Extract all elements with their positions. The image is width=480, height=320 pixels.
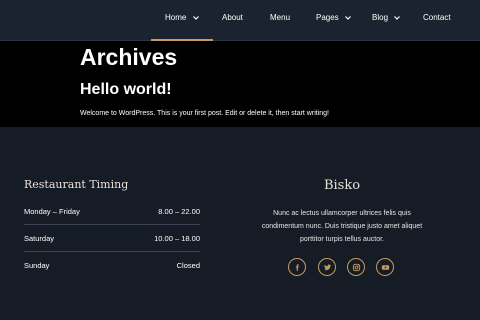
nav-item-blog[interactable]: Blog (372, 0, 401, 40)
site-header: Home About Menu Pages Blog Contact (0, 0, 480, 41)
nav-item-label: Contact (423, 13, 451, 22)
post-title-link[interactable]: Hello world! (80, 81, 172, 99)
youtube-icon (381, 264, 389, 270)
site-logo[interactable] (24, 8, 60, 32)
timing-hours: 10.00 – 18.00 (154, 234, 200, 243)
instagram-icon (352, 263, 360, 271)
timing-row: Sunday Closed (24, 252, 200, 279)
facebook-icon (295, 263, 299, 271)
nav-item-about[interactable]: About (222, 0, 243, 40)
post-excerpt: Welcome to WordPress. This is your first… (80, 110, 329, 117)
nav-item-label: Blog (372, 13, 389, 22)
site-footer: Restaurant Timing Monday – Friday 8.00 –… (0, 127, 480, 320)
timing-hours: Closed (176, 261, 200, 270)
chevron-down-icon (344, 15, 351, 20)
archive-hero: Archives Hello world! Welcome to WordPre… (0, 41, 480, 127)
twitter-link[interactable] (318, 258, 336, 276)
instagram-link[interactable] (347, 258, 365, 276)
footer-brand-name: Bisko (323, 178, 361, 193)
facebook-link[interactable] (288, 258, 306, 276)
timing-day: Sunday (24, 261, 50, 270)
chevron-down-icon (394, 15, 401, 20)
nav-item-contact[interactable]: Contact (423, 0, 451, 40)
timing-row: Monday – Friday 8.00 – 22.00 (24, 198, 200, 225)
footer-brand-text: Nunc ac lectus ullamcorper ultrices feli… (261, 210, 423, 243)
twitter-icon (323, 264, 331, 270)
nav-item-label: Pages (316, 13, 339, 22)
page-title: Archives (80, 44, 178, 70)
nav-item-home[interactable]: Home (151, 0, 212, 41)
timing-row: Saturday 10.00 – 18.00 (24, 225, 200, 252)
chevron-down-icon (192, 15, 199, 20)
nav-item-label: Home (165, 13, 187, 22)
nav-item-pages[interactable]: Pages (316, 0, 351, 40)
nav-item-label: Menu (270, 13, 291, 22)
timing-day: Monday – Friday (24, 207, 80, 216)
youtube-link[interactable] (376, 258, 394, 276)
nav-item-menu[interactable]: Menu (270, 0, 290, 40)
timing-heading: Restaurant Timing (24, 178, 129, 191)
timing-hours: 8.00 – 22.00 (158, 207, 200, 216)
timing-day: Saturday (24, 234, 55, 243)
nav-item-label: About (222, 13, 243, 22)
